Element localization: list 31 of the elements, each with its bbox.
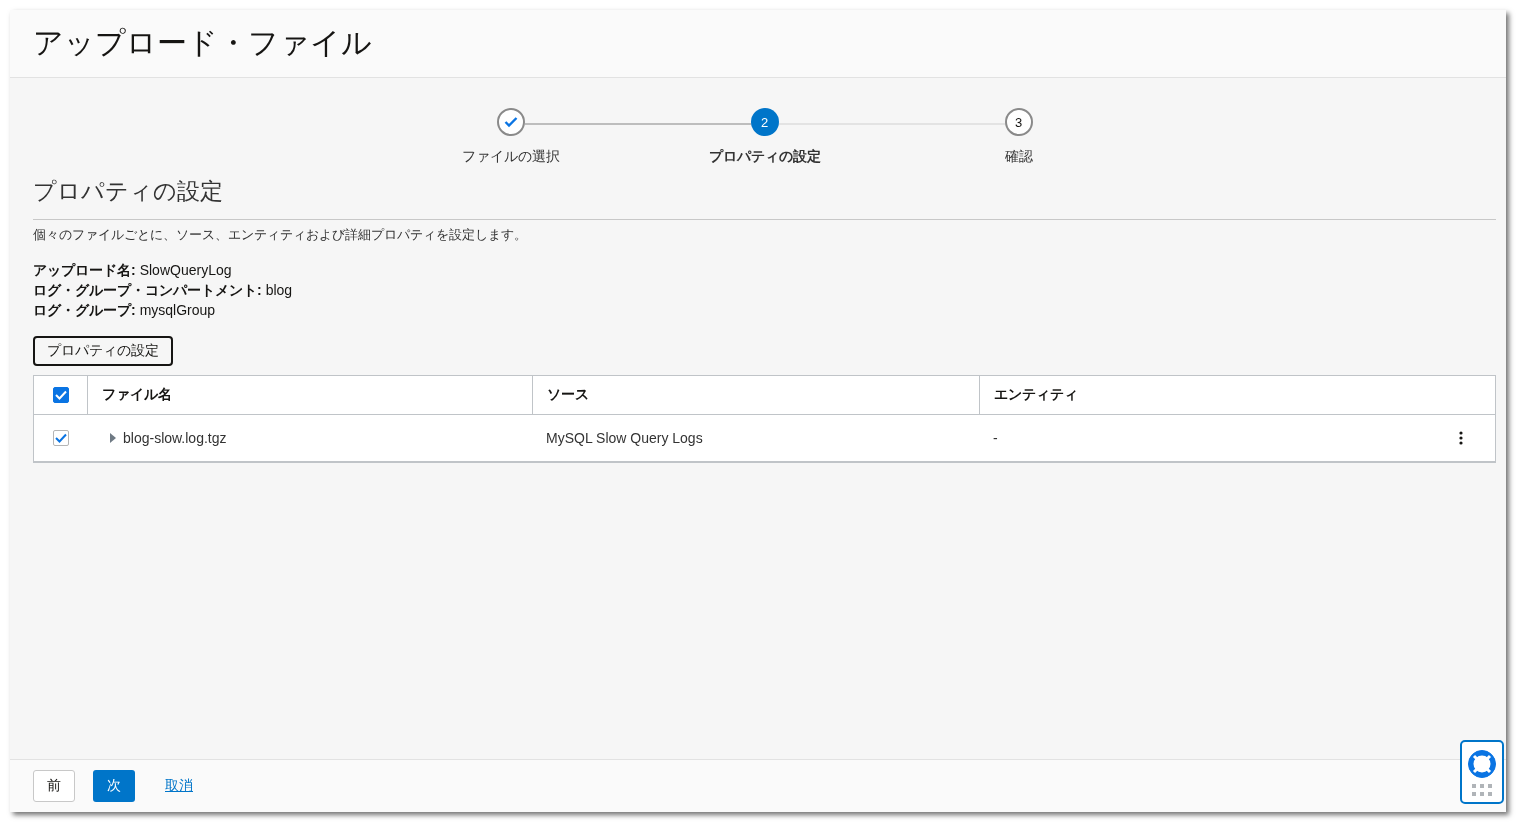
section-title: プロパティの設定 <box>33 176 1496 220</box>
set-properties-button[interactable]: プロパティの設定 <box>33 336 173 366</box>
grid-dots-icon <box>1472 783 1492 796</box>
info-label: アップロード名: <box>33 262 136 280</box>
section-description: 個々のファイルごとに、ソース、エンティティおよび詳細プロパティを設定します。 <box>33 226 528 244</box>
info-value: blog <box>265 282 293 300</box>
next-button[interactable]: 次 <box>93 770 135 802</box>
info-label: ログ・グループ・コンパートメント: <box>33 282 262 300</box>
info-value: SlowQueryLog <box>139 262 232 280</box>
window-title: アップロード・ファイル <box>33 25 372 61</box>
select-all-checkbox[interactable] <box>52 387 69 403</box>
help-button[interactable] <box>1460 740 1504 804</box>
info-value: mysqlGroup <box>139 302 216 320</box>
step-label: 確認 <box>1004 148 1033 166</box>
step-number: 3 <box>1004 108 1033 136</box>
table-cell: - <box>993 430 998 446</box>
column-header: ファイル名 <box>87 376 532 414</box>
step-number: 2 <box>750 108 779 136</box>
row-checkbox[interactable] <box>52 430 69 446</box>
back-button[interactable]: 前 <box>33 770 75 802</box>
lifebuoy-icon <box>1467 748 1497 779</box>
info-label: ログ・グループ: <box>33 302 136 320</box>
column-header: エンティティ <box>979 376 1495 414</box>
table-cell-text: MySQL Slow Query Logs <box>545 429 704 448</box>
cancel-link[interactable]: 取消 <box>165 777 193 795</box>
column-header: ソース <box>532 376 979 414</box>
more-actions-icon[interactable] <box>1459 431 1463 445</box>
file-name: blog-slow.log.tgz <box>123 430 227 446</box>
expand-caret-icon[interactable] <box>109 433 117 443</box>
step-label: ファイルの選択 <box>461 148 560 166</box>
step-label: プロパティの設定 <box>708 148 821 166</box>
